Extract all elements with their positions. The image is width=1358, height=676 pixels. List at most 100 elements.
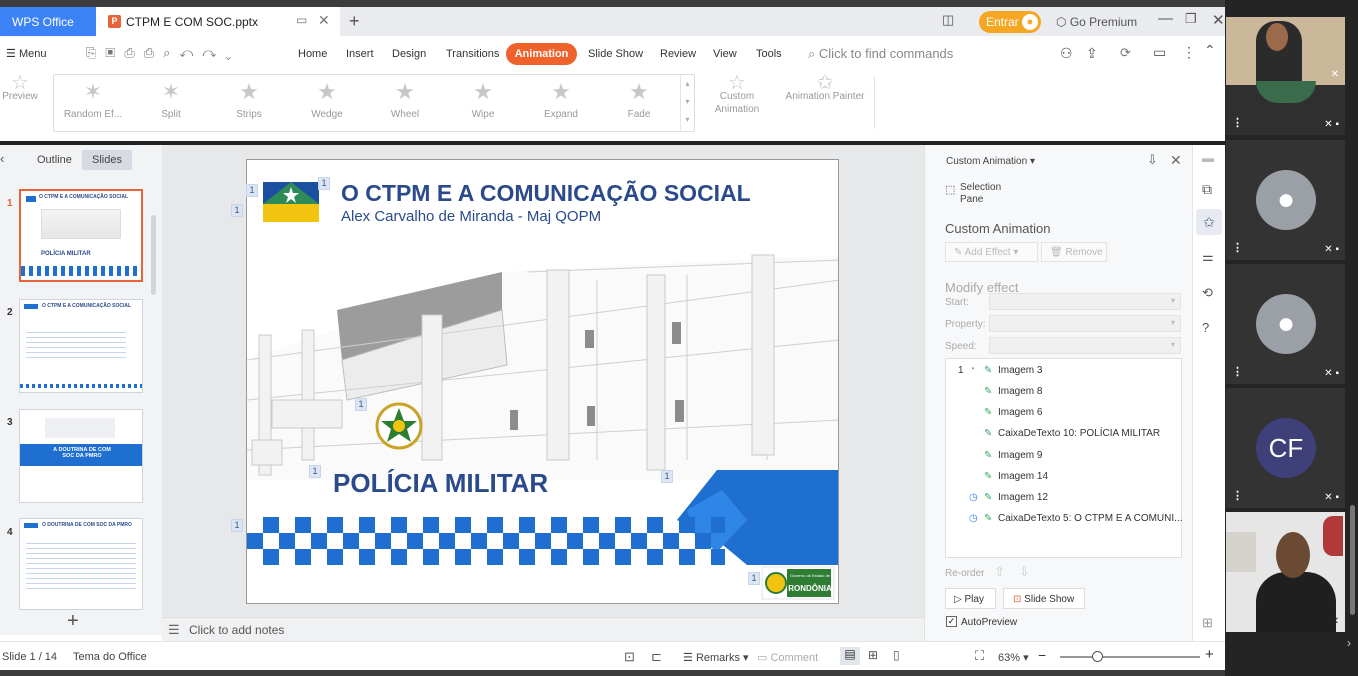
autopreview-checkbox[interactable]: ✓ <box>946 616 957 627</box>
new-tab-button[interactable]: + <box>349 11 360 32</box>
properties-icon[interactable]: ⚌ <box>1202 249 1214 265</box>
play-button[interactable]: ▷ Play <box>945 588 996 609</box>
entrar-button[interactable]: Entrar ● <box>979 11 1041 33</box>
tile-menu-icon[interactable]: ⋮ <box>1232 241 1243 254</box>
tab-review[interactable]: Review <box>660 48 696 60</box>
effect-fade[interactable]: ★ Fade <box>600 75 678 120</box>
sync-icon[interactable]: ⟳ <box>1120 45 1131 61</box>
zoom-slider[interactable] <box>1060 651 1200 662</box>
effect-wheel[interactable]: ★ Wheel <box>366 75 444 120</box>
tab-view[interactable]: View <box>713 48 737 60</box>
tab-insert[interactable]: Insert <box>346 48 374 60</box>
command-search[interactable]: ⌕ Click to find commands <box>808 46 953 62</box>
tab-close-icon[interactable]: ✕ <box>318 12 330 29</box>
effect-strips[interactable]: ★ Strips <box>210 75 288 120</box>
slide-thumbnail-2[interactable]: O CTPM E A COMUNICAÇÃO SOCIAL <box>19 299 143 393</box>
tab-home[interactable]: Home <box>298 48 327 60</box>
page-layout-icon[interactable]: ◫ <box>942 12 954 28</box>
anim-list-item[interactable]: Imagem 9 <box>998 450 1042 461</box>
policia-militar-text[interactable]: POLÍCIA MILITAR <box>333 468 548 499</box>
undo-icon[interactable]: ↶ <box>179 45 202 60</box>
anim-list-item[interactable]: Imagem 14 <box>998 471 1048 482</box>
anim-badge[interactable]: 1 <box>355 398 367 411</box>
minimize-window-button[interactable]: — <box>1158 10 1173 27</box>
wps-office-tab[interactable]: WPS Office <box>0 7 96 36</box>
zoom-out-icon[interactable]: − <box>1038 647 1046 663</box>
video-tile-4[interactable]: ● ⋮ ✕ ▪ <box>1226 264 1345 384</box>
property-select[interactable]: ▾ <box>989 315 1181 332</box>
collaborate-icon[interactable]: ⚇ <box>1060 45 1073 62</box>
remarks-button[interactable]: ☰ Remarks ▾ <box>683 651 749 664</box>
next-page-icon[interactable]: › <box>1347 636 1351 650</box>
slide-title[interactable]: O CTPM E A COMUNICAÇÃO SOCIAL <box>341 180 751 207</box>
transition-panel-icon[interactable]: ⧉ <box>1202 181 1212 198</box>
effect-split[interactable]: ✶ Split <box>132 75 210 120</box>
close-pane-icon[interactable]: ✕ <box>1170 152 1182 169</box>
move-up-icon[interactable]: ⇧ <box>994 564 1005 580</box>
video-tile-presenter[interactable]: ✕ <box>1226 17 1345 85</box>
anim-list-item[interactable]: CaixaDeTexto 10: POLÍCIA MILITAR <box>998 428 1160 439</box>
tab-animation[interactable]: Animation <box>506 43 577 65</box>
custom-animation-button[interactable]: ☆ Custom Animation <box>705 73 769 116</box>
close-window-button[interactable]: ✕ <box>1212 11 1225 29</box>
anim-badge[interactable]: 1 <box>231 204 243 217</box>
notes-bar[interactable]: ☰ Click to add notes <box>162 617 924 641</box>
fit-window-icon[interactable]: ⛶ <box>975 648 984 664</box>
video-tile-2[interactable]: ⋮ ✕ ▪ <box>1226 81 1345 135</box>
tile-menu-icon[interactable]: ⋮ <box>1232 365 1243 378</box>
slide-thumbnail-3[interactable]: A DOUTRINA DE COM SOC DA PMRO <box>19 409 143 503</box>
effect-random[interactable]: ✶ Random Ef... <box>54 75 132 120</box>
reading-view-icon[interactable]: ▯ <box>893 648 900 662</box>
anim-badge[interactable]: 1 <box>748 572 760 585</box>
tab-outline[interactable]: Outline <box>37 154 72 166</box>
anim-badge[interactable]: 1 <box>231 519 243 532</box>
anim-list-item[interactable]: CaixaDeTexto 5: O CTPM E A COMUNI... <box>998 513 1183 524</box>
print-preview-icon[interactable]: ⌕ <box>163 45 179 60</box>
anim-list-item[interactable]: Imagem 6 <box>998 407 1042 418</box>
slide-1[interactable]: O CTPM E A COMUNICAÇÃO SOCIAL Alex Carva… <box>246 159 839 604</box>
tab-transitions[interactable]: Transitions <box>446 48 499 60</box>
zoom-slider-thumb[interactable] <box>1092 651 1103 662</box>
comment-button[interactable]: ▭ Comment <box>757 651 818 664</box>
animation-panel-icon[interactable]: ✩ <box>1196 209 1222 235</box>
apps-icon[interactable]: ⊞ <box>1202 615 1213 631</box>
view-switch-icon[interactable]: ⊏ <box>651 649 662 665</box>
slides-scrollbar[interactable] <box>151 215 156 295</box>
history-icon[interactable]: ⟲ <box>1202 285 1213 301</box>
speed-select[interactable]: ▾ <box>989 337 1181 354</box>
add-effect-button[interactable]: ✎ Add Effect ▾ <box>945 242 1038 262</box>
anim-list-item[interactable]: Imagem 3 <box>998 365 1042 376</box>
anim-list-item[interactable]: Imagem 8 <box>998 386 1042 397</box>
effect-wipe[interactable]: ★ Wipe <box>444 75 522 120</box>
export-icon[interactable]: ⎙ <box>124 45 143 60</box>
slide-show-button[interactable]: ⊡ Slide Show <box>1003 588 1085 609</box>
print-icon[interactable]: ⎙ <box>144 45 163 60</box>
start-select[interactable]: ▾ <box>989 293 1181 310</box>
add-slide-button[interactable]: + <box>67 610 79 633</box>
collapse-ribbon-icon[interactable]: ⌃ <box>1204 42 1216 59</box>
tab-slides[interactable]: Slides <box>82 150 132 170</box>
open-icon[interactable]: ⎘ <box>86 45 105 60</box>
help-icon[interactable]: ? <box>1202 320 1209 335</box>
collapse-pane-icon[interactable]: ‹ <box>0 151 4 166</box>
tab-restore-icon[interactable]: ▭ <box>296 13 307 27</box>
customize-toolbar-icon[interactable]: ⌄ <box>225 45 240 60</box>
remove-button[interactable]: 🗑 Remove <box>1041 242 1107 262</box>
theme-name[interactable]: Tema do Office <box>73 651 147 663</box>
tile-menu-icon[interactable]: ⋮ <box>1232 116 1243 129</box>
move-down-icon[interactable]: ⇩ <box>1019 564 1030 580</box>
tab-design[interactable]: Design <box>392 48 426 60</box>
gallery-scroll[interactable]: ▴ ▾ ▾ <box>680 75 694 131</box>
redo-icon[interactable]: ↷ <box>202 45 225 60</box>
video-tile-cf[interactable]: CF ⋮ ✕ ▪ <box>1226 388 1345 508</box>
go-premium-button[interactable]: ⬡ Go Premium <box>1056 15 1137 29</box>
slide-thumbnail-4[interactable]: O DOUTRINA DE COM SOC DA PMRO <box>19 518 143 610</box>
panel-toggle-icon[interactable]: ▬ <box>1202 151 1214 165</box>
video-tile-speaker[interactable]: ✕ <box>1226 512 1345 632</box>
anim-badge[interactable]: 1 <box>246 184 258 197</box>
fit-slide-icon[interactable]: ⊡ <box>624 649 635 665</box>
tab-slide-show[interactable]: Slide Show <box>588 48 643 60</box>
animation-painter-button[interactable]: ✩ Animation Painter <box>780 73 870 103</box>
save-icon[interactable]: ▣ <box>105 45 124 60</box>
zoom-in-icon[interactable]: + <box>1205 646 1214 663</box>
